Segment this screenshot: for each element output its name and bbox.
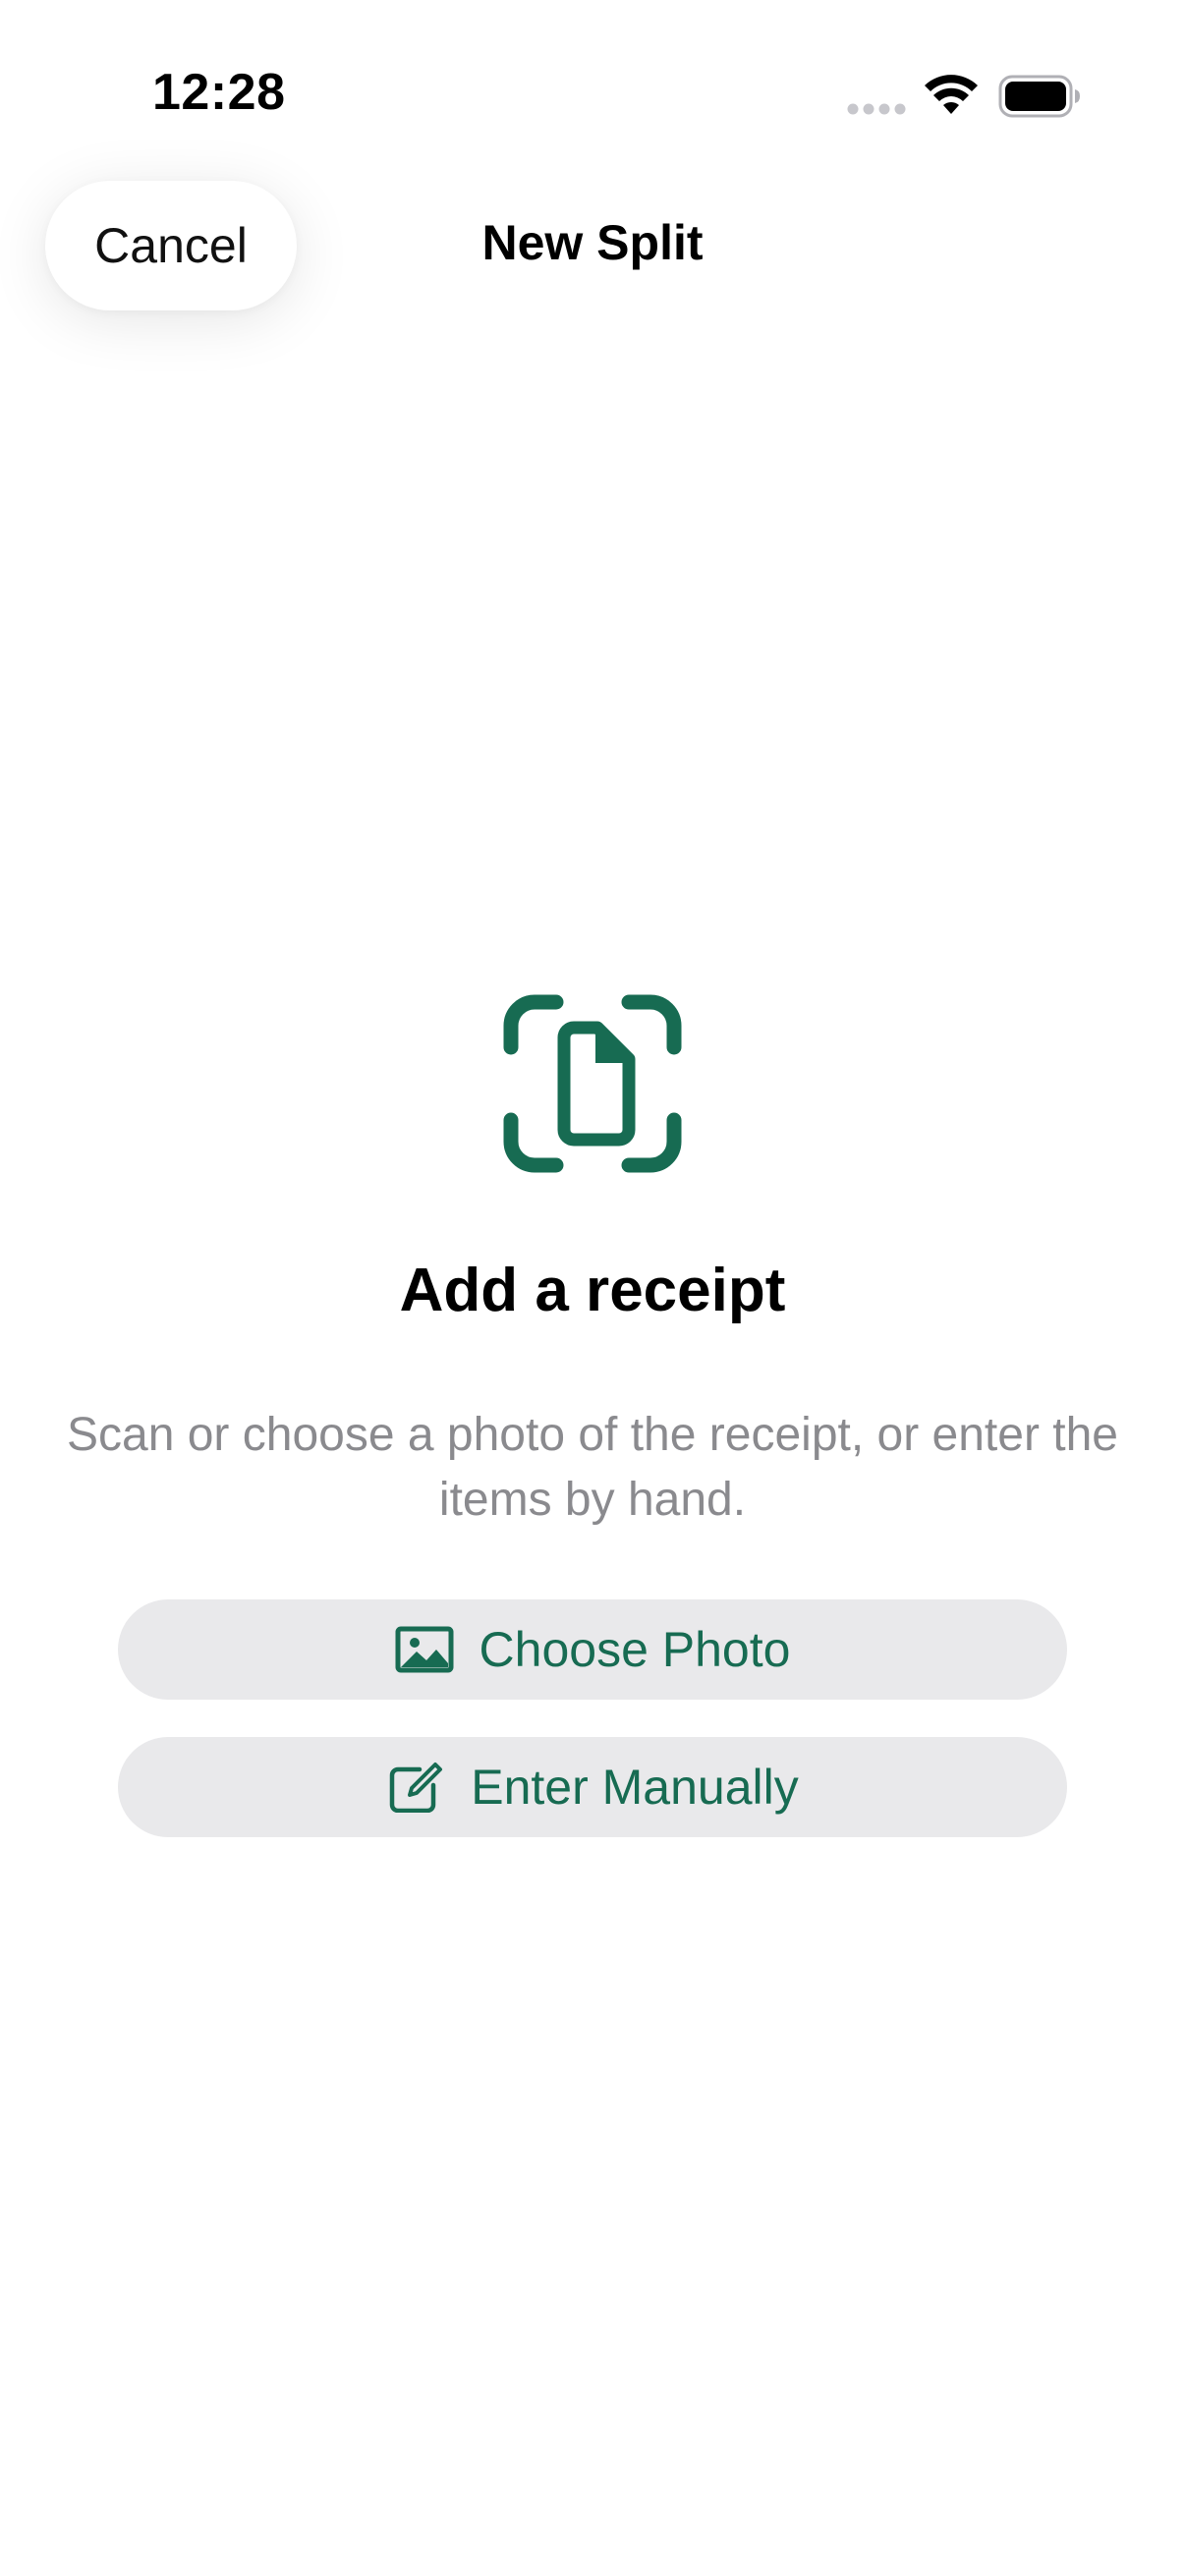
status-bar: 12:28	[0, 0, 1185, 187]
receipt-scan-icon	[503, 994, 682, 1173]
enter-manually-label: Enter Manually	[471, 1760, 799, 1815]
choose-photo-label: Choose Photo	[479, 1622, 791, 1677]
status-time: 12:28	[152, 64, 286, 121]
battery-icon	[998, 75, 1080, 118]
subtext: Scan or choose a photo of the receipt, o…	[66, 1409, 1118, 1526]
enter-manually-button[interactable]: Enter Manually	[118, 1737, 1067, 1837]
headline: Add a receipt	[399, 1257, 786, 1324]
page-title: New Split	[481, 215, 704, 270]
signal-dots-icon	[847, 103, 906, 115]
compose-icon	[390, 1763, 443, 1813]
wifi-icon	[925, 75, 978, 114]
photo-icon	[395, 1626, 454, 1673]
choose-photo-button[interactable]: Choose Photo	[118, 1599, 1067, 1700]
